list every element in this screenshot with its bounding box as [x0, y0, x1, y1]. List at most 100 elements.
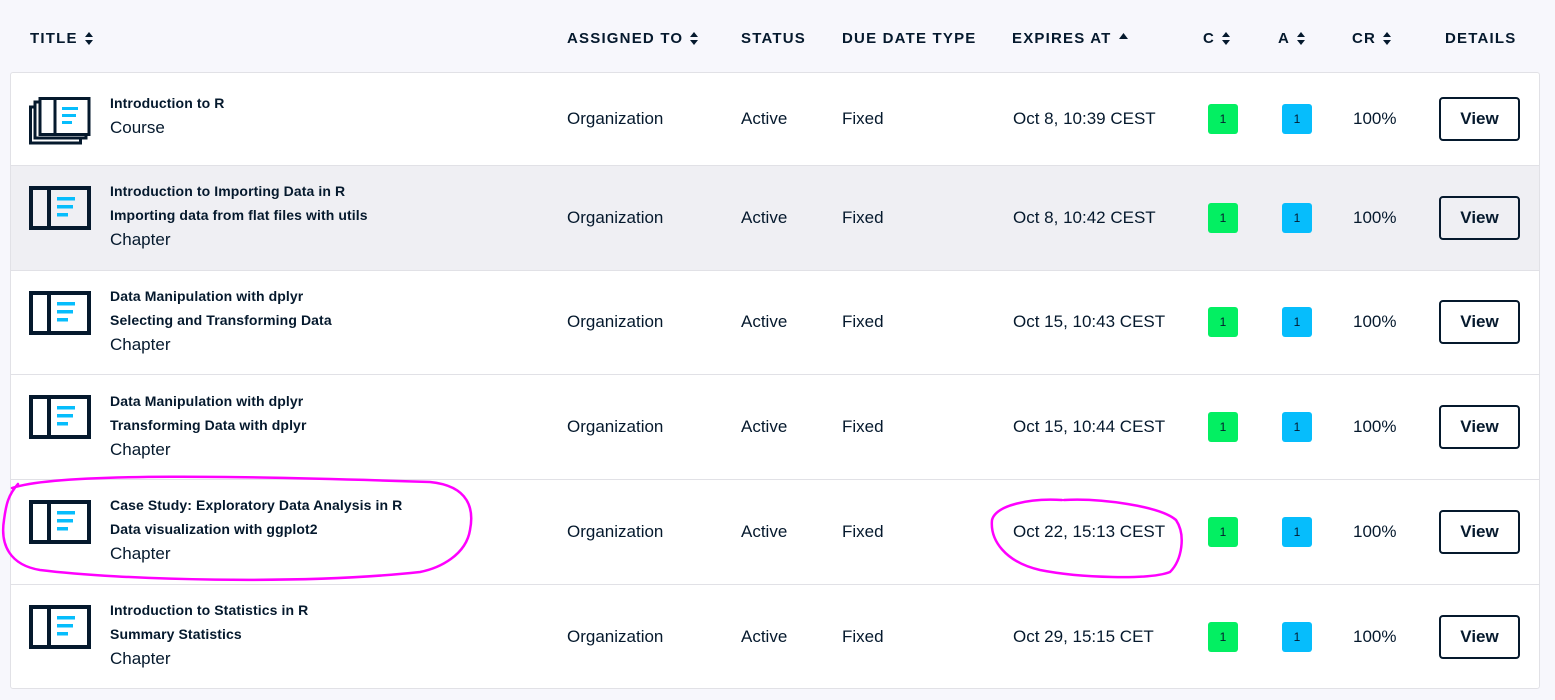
due-date-type: Fixed: [842, 522, 884, 541]
chapter-title: Importing data from flat files with util…: [110, 207, 368, 223]
completion-rate: 100%: [1353, 417, 1397, 436]
course-title: Introduction to R: [110, 95, 225, 111]
column-header-status: STATUS: [741, 30, 806, 47]
course-title: Data Manipulation with dplyr: [110, 393, 304, 409]
chapter-icon: [29, 500, 91, 549]
assigned-count-badge: 1: [1282, 517, 1312, 547]
item-type: Chapter: [110, 335, 171, 354]
status: Active: [741, 109, 788, 128]
sort-both-icon: [1297, 32, 1306, 45]
completion-rate: 100%: [1353, 109, 1397, 128]
completion-rate: 100%: [1353, 627, 1397, 646]
chapter-icon: [29, 605, 91, 654]
table-row: Case Study: Exploratory Data Analysis in…: [11, 480, 1539, 585]
item-type: Chapter: [110, 440, 171, 459]
title-cell[interactable]: Case Study: Exploratory Data Analysis in…: [110, 493, 402, 567]
chapter-title: Selecting and Transforming Data: [110, 312, 332, 328]
assigned-count-badge: 1: [1282, 307, 1312, 337]
status: Active: [741, 312, 788, 331]
table-header: TITLE ASSIGNED TO STATUS DUE DATE TYPE E…: [0, 0, 1555, 72]
view-button[interactable]: View: [1439, 196, 1520, 240]
item-type: Chapter: [110, 544, 171, 563]
status: Active: [741, 522, 788, 541]
expires-at: Oct 8, 10:42 CEST: [1013, 208, 1156, 227]
column-header-title[interactable]: TITLE: [30, 30, 93, 47]
expires-at: Oct 22, 15:13 CEST: [1013, 522, 1166, 541]
item-type: Course: [110, 118, 165, 137]
chapter-icon: [29, 291, 91, 340]
title-cell[interactable]: Data Manipulation with dplyr Selecting a…: [110, 284, 332, 358]
completed-count-badge: 1: [1208, 104, 1238, 134]
course-title: Case Study: Exploratory Data Analysis in…: [110, 497, 403, 513]
sort-ascending-icon: [1118, 32, 1128, 39]
course-title: Data Manipulation with dplyr: [110, 288, 304, 304]
completion-rate: 100%: [1353, 522, 1397, 541]
completed-count-badge: 1: [1208, 517, 1238, 547]
table-row: Data Manipulation with dplyr Selecting a…: [11, 271, 1539, 375]
view-button[interactable]: View: [1439, 405, 1520, 449]
assigned-count-badge: 1: [1282, 203, 1312, 233]
sort-both-icon: [1222, 32, 1231, 45]
due-date-type: Fixed: [842, 109, 884, 128]
column-header-a[interactable]: A: [1278, 30, 1306, 47]
assigned-to: Organization: [567, 627, 664, 646]
assigned-to: Organization: [567, 109, 664, 128]
assigned-count-badge: 1: [1282, 622, 1312, 652]
due-date-type: Fixed: [842, 312, 884, 331]
table-row: Introduction to Statistics in R Summary …: [11, 585, 1539, 688]
chapter-title: Data visualization with ggplot2: [110, 521, 318, 537]
status: Active: [741, 417, 788, 436]
assigned-to: Organization: [567, 208, 664, 227]
view-button[interactable]: View: [1439, 615, 1520, 659]
status: Active: [741, 627, 788, 646]
column-header-c[interactable]: C: [1203, 30, 1231, 47]
expires-at: Oct 15, 10:43 CEST: [1013, 312, 1166, 331]
assignments-table: Introduction to R Course Organization Ac…: [10, 72, 1540, 689]
chapter-title: Summary Statistics: [110, 626, 242, 642]
table-row: Introduction to R Course Organization Ac…: [11, 73, 1539, 166]
course-title: Introduction to Importing Data in R: [110, 183, 346, 199]
assigned-to: Organization: [567, 312, 664, 331]
expires-at: Oct 15, 10:44 CEST: [1013, 417, 1166, 436]
chapter-title: Transforming Data with dplyr: [110, 417, 307, 433]
title-cell[interactable]: Introduction to Statistics in R Summary …: [110, 598, 308, 672]
completion-rate: 100%: [1353, 208, 1397, 227]
status: Active: [741, 208, 788, 227]
item-type: Chapter: [110, 649, 171, 668]
view-button[interactable]: View: [1439, 300, 1520, 344]
course-title: Introduction to Statistics in R: [110, 602, 309, 618]
title-cell[interactable]: Introduction to R Course: [110, 91, 224, 141]
table-row: Data Manipulation with dplyr Transformin…: [11, 375, 1539, 480]
assigned-count-badge: 1: [1282, 104, 1312, 134]
title-cell[interactable]: Introduction to Importing Data in R Impo…: [110, 179, 368, 253]
completed-count-badge: 1: [1208, 307, 1238, 337]
sort-both-icon: [84, 32, 93, 45]
sort-both-icon: [690, 32, 699, 45]
item-type: Chapter: [110, 230, 171, 249]
chapter-icon: [29, 395, 91, 444]
assigned-to: Organization: [567, 522, 664, 541]
assigned-count-badge: 1: [1282, 412, 1312, 442]
completion-rate: 100%: [1353, 312, 1397, 331]
column-header-cr[interactable]: CR: [1352, 30, 1392, 47]
view-button[interactable]: View: [1439, 97, 1520, 141]
due-date-type: Fixed: [842, 627, 884, 646]
column-header-details: DETAILS: [1445, 30, 1517, 47]
table-row: Introduction to Importing Data in R Impo…: [11, 166, 1539, 271]
assigned-to: Organization: [567, 417, 664, 436]
column-header-due-date-type: DUE DATE TYPE: [842, 30, 977, 47]
title-cell[interactable]: Data Manipulation with dplyr Transformin…: [110, 389, 307, 463]
completed-count-badge: 1: [1208, 622, 1238, 652]
expires-at: Oct 29, 15:15 CET: [1013, 627, 1154, 646]
sort-both-icon: [1383, 32, 1392, 45]
column-header-assigned-to[interactable]: ASSIGNED TO: [567, 30, 699, 47]
due-date-type: Fixed: [842, 208, 884, 227]
due-date-type: Fixed: [842, 417, 884, 436]
expires-at: Oct 8, 10:39 CEST: [1013, 109, 1156, 128]
completed-count-badge: 1: [1208, 412, 1238, 442]
course-icon: [29, 97, 91, 150]
view-button[interactable]: View: [1439, 510, 1520, 554]
column-header-expires-at[interactable]: EXPIRES AT: [1012, 30, 1128, 47]
completed-count-badge: 1: [1208, 203, 1238, 233]
chapter-icon: [29, 186, 91, 235]
